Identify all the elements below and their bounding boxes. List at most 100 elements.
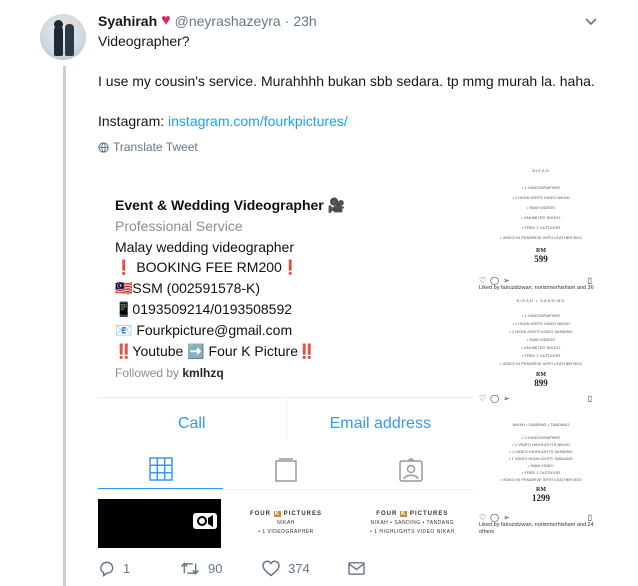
tagged-tab — [349, 450, 474, 489]
post-actions-row: ♡ ◯ ➢ ▯ — [476, 513, 606, 522]
avatar[interactable] — [40, 14, 86, 60]
package-price: 1299 — [532, 493, 550, 503]
separator-dot: · — [284, 13, 290, 29]
reply-count: 1 — [123, 561, 131, 576]
tweet-question: Videographer? — [98, 33, 190, 49]
package-item: • 1 VIDEOGRAPHER — [521, 185, 561, 190]
instagram-label: Instagram: — [98, 113, 169, 129]
profile-tabs — [98, 450, 474, 490]
bookmark-icon: ▯ — [587, 394, 592, 403]
like-button[interactable]: 374 — [262, 560, 348, 577]
package-item: • RAW VIDEOS — [527, 205, 555, 210]
package-item: • 1 VIDEO HIGHLIGHTS TANDANG — [508, 456, 574, 461]
email-button: Email address — [329, 415, 431, 432]
package-post-full: NIKAH • SANDING • TANDANG • 2 VIDEOGRAPH… — [476, 421, 606, 536]
bio-line: 📧 Fourkpicture@gmail.com — [115, 321, 293, 338]
user-handle[interactable]: @neyrashazeyra — [175, 13, 281, 29]
bio-line: 🇲🇾SSM (002591578-K) — [115, 280, 261, 297]
bio-category: Professional Service — [115, 217, 243, 234]
package-item: • 1 VIDEO HIGHLIGHTS SANDING — [509, 449, 573, 454]
instagram-posts-strip: NIKAH • 1 VIDEOGRAPHER • 1 HIGHLIGHTS VID… — [476, 165, 606, 548]
package-post-nikah-sanding: NIKAH • SANDING • 1 VIDEOGRAPHER • 1 HIGH… — [476, 297, 606, 403]
package-item: • 1 HIGHLIGHTS VIDEO NIKAH — [512, 321, 570, 326]
bookmark-icon: ▯ — [587, 513, 592, 522]
bio-line: ‼️Youtube ➡️ Four K Picture‼️ — [115, 342, 316, 359]
share-icon: ➢ — [503, 276, 510, 285]
package-item: • 1 VIDEOGRAPHER — [521, 313, 561, 318]
package-item: • VIDEO IN PENDRIVE WITH LEATHER BOX — [500, 361, 582, 366]
video-camera-icon — [193, 513, 218, 529]
instagram-profile-screenshot: Event & Wedding Videographer 🎥 Professio… — [98, 165, 474, 548]
bio-line: ❗ BOOKING FEE RM200❗ — [115, 259, 300, 276]
package-item: • 1 HIGHLIGHTS VIDEO SANDING — [509, 329, 573, 334]
igtv-tab — [223, 450, 348, 489]
package-item: • RAW VIDEO — [528, 463, 554, 468]
followed-user: kmlhzq — [182, 366, 224, 381]
bio-title: Event & Wedding Videographer 🎥 — [115, 197, 346, 213]
post-thumbnails: FOUR K PICTURES NIKAH • 1 VIDEOGRAPHER F… — [98, 499, 474, 548]
post-likes: Liked by fairuzidzwan, norisnnorhisham a… — [479, 522, 594, 528]
post-actions-row: ♡ ◯ ➢ ▯ — [476, 276, 606, 285]
post-actions-row: ♡ ◯ ➢ ▯ — [476, 394, 606, 403]
translate-label: Translate Tweet — [113, 140, 198, 154]
package-item: • 1 HIGHLIGHTS VIDEO NIKAH — [512, 195, 570, 200]
bio-line: 📱0193509214/0193508592 — [115, 300, 293, 317]
package-item: • FREE 1 OUTDOOR — [521, 353, 561, 358]
package-thumbnail: FOUR K PICTURES NIKAH • 1 VIDEOGRAPHER — [224, 499, 348, 548]
profile-actions: Call Email address — [98, 397, 474, 439]
package-item: • RAW VIDEOS — [527, 337, 555, 342]
like-count: 374 — [288, 561, 310, 576]
heart-icon: ♡ — [479, 394, 487, 403]
reply-button[interactable]: 1 — [98, 560, 180, 577]
call-button: Call — [98, 398, 287, 439]
retweet-icon — [180, 562, 200, 575]
chevron-down-icon[interactable] — [584, 14, 598, 28]
instagram-bio: Event & Wedding Videographer 🎥 Professio… — [115, 195, 345, 384]
bio-line: Malay wedding videographer — [115, 238, 294, 255]
package-item: • 2 VIDEOGRAPHER — [521, 435, 561, 440]
package-item: • 1 VIDEO HIGHLIGHTS NIKAH — [512, 442, 570, 447]
tweet-media[interactable]: Event & Wedding Videographer 🎥 Professio… — [98, 165, 606, 548]
package-item: • VIDEO IN PENDRIVE WITH LEATHER BOX — [500, 235, 582, 240]
share-icon: ➢ — [503, 513, 510, 522]
retweet-count: 90 — [208, 561, 223, 576]
comment-icon: ◯ — [490, 276, 500, 285]
globe-icon — [98, 141, 109, 153]
tv-icon — [275, 457, 297, 482]
heart-icon: ♡ — [479, 513, 487, 522]
package-item: • VIDEO IN PENDRIVE WITH LEATHER BOX — [500, 477, 582, 482]
bookmark-icon: ▯ — [587, 276, 592, 285]
post-likes-more: others — [479, 529, 495, 535]
tweet-body: I use my cousin's service. Murahhhh buka… — [98, 73, 595, 89]
post-likes: Liked by fairuzidzwan, norisnnorhisham a… — [479, 285, 594, 291]
display-name[interactable]: Syahirah — [98, 13, 157, 29]
grid-tab — [98, 450, 224, 489]
heart-icon — [262, 560, 280, 577]
grid-icon — [148, 457, 173, 481]
package-item: • UNLIMITED SHOOT — [521, 345, 561, 350]
package-thumbnail: FOUR K PICTURES NIKAH • SANDING • TANDAN… — [350, 499, 474, 548]
retweet-button[interactable]: 90 — [180, 560, 262, 577]
package-item: • UNLIMITED SHOOT — [521, 215, 561, 220]
comment-icon: ◯ — [490, 513, 500, 522]
tweet-header: Syahirah ♥ @neyrashazeyra · 23h — [98, 12, 317, 30]
heart-icon: ♡ — [479, 276, 487, 285]
package-item: • FREE 1 OUTDOOR — [521, 225, 561, 230]
package-item: • FREE 1 OUTDOOR — [521, 470, 561, 475]
video-thumbnail — [98, 499, 222, 548]
instagram-link[interactable]: instagram.com/fourkpictures/ — [168, 113, 348, 129]
package-post-nikah: NIKAH • 1 VIDEOGRAPHER • 1 HIGHLIGHTS VID… — [476, 167, 606, 292]
reply-icon — [100, 561, 114, 577]
thread-line — [63, 66, 66, 586]
timestamp[interactable]: 23h — [293, 13, 316, 29]
followed-by: Followed by kmlhzq — [115, 366, 224, 381]
tweet-actions: 1 90 374 — [98, 560, 365, 577]
translate-tweet[interactable]: Translate Tweet — [98, 140, 198, 154]
direct-message-button[interactable] — [348, 561, 365, 576]
comment-icon: ◯ — [490, 394, 500, 403]
share-icon: ➢ — [503, 394, 510, 403]
package-price: 899 — [534, 378, 548, 388]
package-price: 599 — [534, 254, 548, 264]
tagged-person-icon — [399, 457, 424, 482]
tweet-instagram-line: Instagram: instagram.com/fourkpictures/ — [98, 113, 348, 129]
